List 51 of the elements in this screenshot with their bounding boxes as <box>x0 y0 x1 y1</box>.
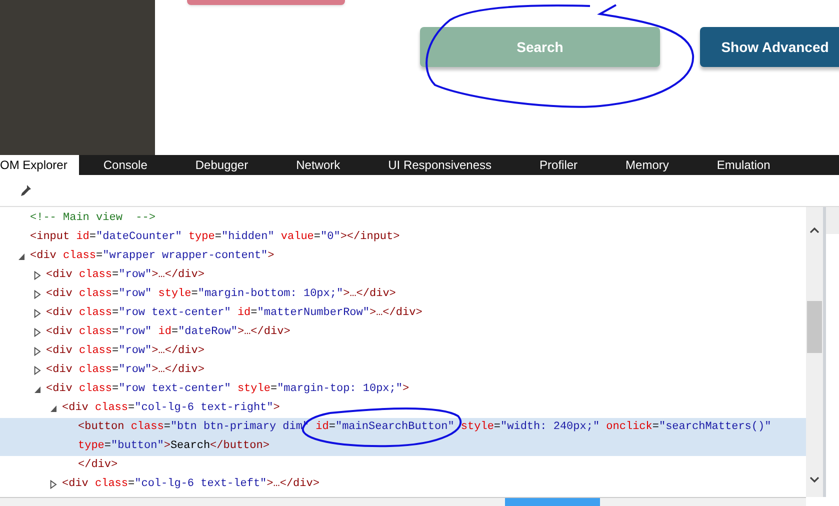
collapsed-arrow-icon[interactable] <box>34 366 41 375</box>
collapsed-arrow-icon[interactable] <box>34 271 41 280</box>
dom-node-code: <div class="row">…</div> <box>46 363 204 378</box>
dom-node-row[interactable]: <div class="col-lg-6 text-right"> <box>0 399 806 418</box>
dom-node-row[interactable]: <div class="row text-center" id="matterNumberRow">…</div> <box>0 304 806 323</box>
collapsed-arrow-icon[interactable] <box>34 290 41 299</box>
scroll-up-icon[interactable] <box>810 227 819 233</box>
devtools-tab[interactable]: Memory <box>602 155 693 175</box>
collapsed-arrow-icon[interactable] <box>34 309 41 318</box>
dom-node-code: <div class="row text-center" style="margin-top: 10px;"> <box>46 382 410 397</box>
devtools-tab[interactable]: UI Responsiveness <box>364 155 516 175</box>
dom-node-code: <div class="col-lg-6 text-right"> <box>62 401 280 416</box>
dom-node-row[interactable]: <div class="row">…</div> <box>0 266 806 285</box>
collapsed-arrow-icon[interactable] <box>50 480 57 489</box>
dom-node-code: <!-- Main view --> <box>30 211 156 226</box>
scroll-thumb[interactable] <box>807 301 822 353</box>
dom-node-code: <div class="row">…</div> <box>46 268 204 283</box>
dom-node-row[interactable]: <div class="row text-center" style="margin-top: 10px;"> <box>0 380 806 399</box>
dom-node-code: <div class="col-lg-6 text-left">…</div> <box>62 477 320 492</box>
collapsed-arrow-icon[interactable] <box>34 347 41 356</box>
devtools-tab[interactable]: Profiler <box>516 155 602 175</box>
page-button[interactable]: Show Advanced <box>700 27 839 67</box>
dom-node-code: <div class="row" id="dateRow">…</div> <box>46 325 290 340</box>
dom-node-row[interactable]: <div class="col-lg-6 text-left">…</div> <box>0 475 806 494</box>
devtools-tab[interactable]: Network <box>272 155 364 175</box>
dom-node-code: <div class="row">…</div> <box>46 344 204 359</box>
dom-node-code: <div class="row text-center" id="matterNumberRow">…</div> <box>46 306 422 321</box>
dom-node-row[interactable]: <div class="row" id="dateRow">…</div> <box>0 323 806 342</box>
dom-node-row[interactable]: <input id="dateCounter" type="hidden" value="0"></input> <box>0 228 806 247</box>
devtools-tab[interactable]: Console <box>79 155 172 175</box>
expanded-arrow-icon[interactable] <box>34 385 41 394</box>
dom-node-code: </div> <box>78 458 118 473</box>
dom-node-row[interactable]: </div> <box>0 456 806 475</box>
scroll-down-icon[interactable] <box>810 477 819 483</box>
dom-node-code: <div class="row" style="margin-bottom: 10px;">…</div> <box>46 287 396 302</box>
dom-node-code: type="button">Search</button> <box>78 439 270 454</box>
dom-node-code: <div class="wrapper wrapper-content"> <box>30 249 274 264</box>
dom-node-row[interactable]: <div class="row">…</div> <box>0 361 806 380</box>
expanded-arrow-icon[interactable] <box>18 252 25 261</box>
dom-node-row[interactable]: <div class="row">…</div> <box>0 342 806 361</box>
dom-node-row[interactable]: <div class="row" style="margin-bottom: 10px;">…</div> <box>0 285 806 304</box>
dom-node-row[interactable]: <div class="wrapper wrapper-content"> <box>0 247 806 266</box>
eyedropper-icon[interactable] <box>18 184 32 198</box>
dom-node-code: <input id="dateCounter" type="hidden" value="0"></input> <box>30 230 400 245</box>
devtools-tab[interactable]: Emulation <box>692 155 794 175</box>
collapsed-arrow-icon[interactable] <box>34 328 41 337</box>
expanded-arrow-icon[interactable] <box>50 404 57 413</box>
devtools-tab[interactable]: Debugger <box>171 155 272 175</box>
scrollbar[interactable] <box>806 207 823 497</box>
devtools-tab[interactable]: OM Explorer <box>0 155 80 175</box>
dom-node-row[interactable]: <!-- Main view --> <box>0 209 806 228</box>
